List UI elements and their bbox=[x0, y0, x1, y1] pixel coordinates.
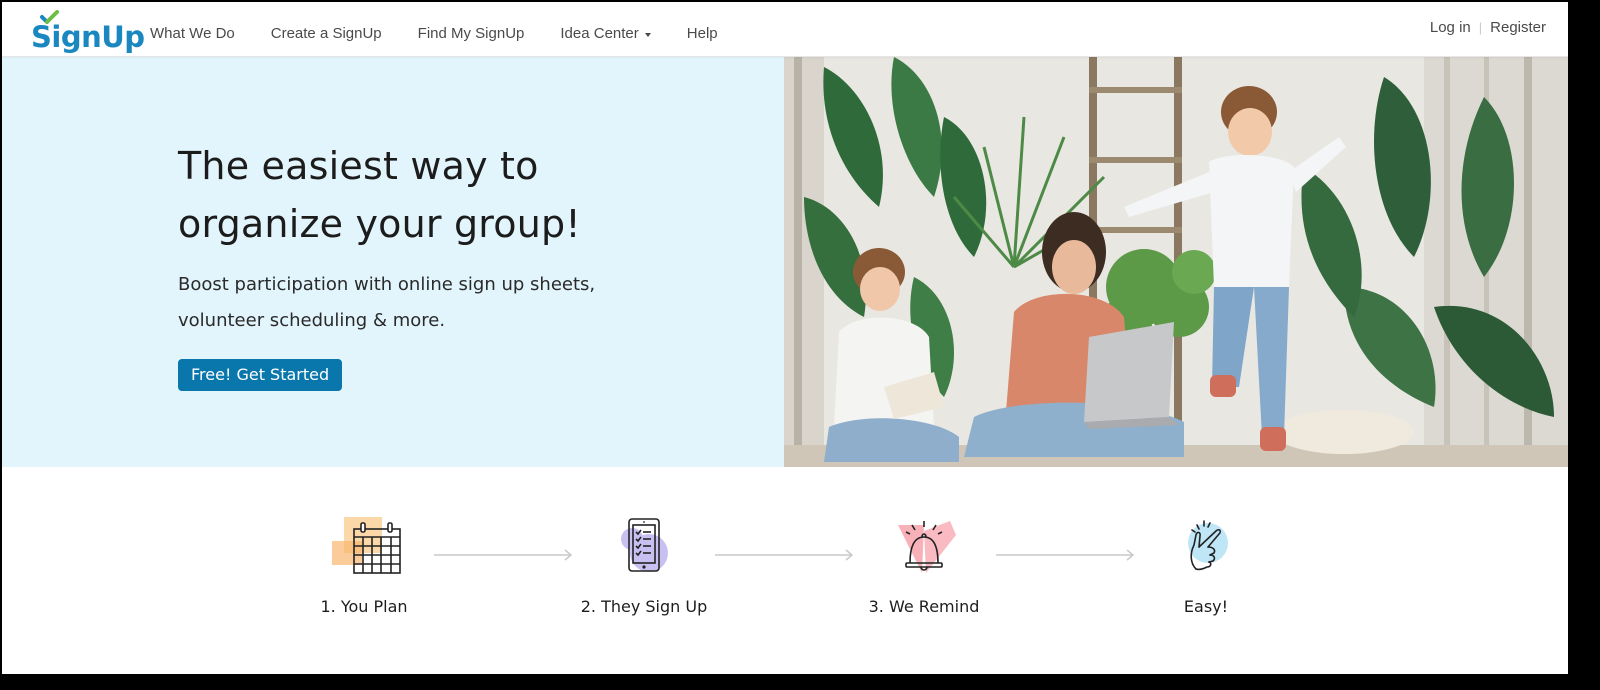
nav-find-my-signup[interactable]: Find My SignUp bbox=[418, 17, 525, 42]
hero-title: The easiest way to organize your group! bbox=[178, 137, 738, 253]
auth-links: Log in | Register bbox=[1430, 2, 1546, 57]
hero-photo-illustration bbox=[784, 57, 1568, 467]
step-label: 1. You Plan bbox=[320, 597, 408, 616]
hero-copy: The easiest way to organize your group! … bbox=[178, 137, 738, 391]
hero-subtitle: Boost participation with online sign up … bbox=[178, 267, 738, 339]
nav-label: Help bbox=[686, 25, 718, 42]
hero-subtitle-line1: Boost participation with online sign up … bbox=[178, 274, 596, 295]
nav-label: Create a SignUp bbox=[270, 25, 382, 42]
hero-photo bbox=[784, 57, 1568, 467]
arrow-right-icon bbox=[715, 549, 854, 561]
signup-logo[interactable]: SignUp bbox=[31, 10, 145, 54]
hero-section: The easiest way to organize your group! … bbox=[2, 57, 1568, 467]
step-label: Easy! bbox=[1183, 597, 1229, 616]
main-nav: What We Do Create a SignUp Find My SignU… bbox=[150, 2, 754, 57]
auth-separator: | bbox=[1478, 20, 1483, 35]
calendar-icon bbox=[332, 517, 401, 574]
snap-hand-icon bbox=[1188, 520, 1228, 571]
nav-label: What We Do bbox=[150, 25, 235, 42]
step-label: 2. They Sign Up bbox=[580, 597, 708, 616]
nav-create-signup[interactable]: Create a SignUp bbox=[271, 17, 382, 42]
arrow-right-icon bbox=[996, 549, 1135, 561]
login-link[interactable]: Log in bbox=[1430, 19, 1471, 36]
step-easy: Easy! bbox=[1126, 517, 1286, 616]
top-nav: SignUp What We Do Create a SignUp Find M… bbox=[2, 2, 1568, 57]
hero-subtitle-line2: volunteer scheduling & more. bbox=[178, 310, 446, 331]
logo-text: SignUp bbox=[31, 20, 145, 54]
nav-label: Find My SignUp bbox=[417, 25, 525, 42]
nav-idea-center[interactable]: Idea Center bbox=[560, 17, 651, 42]
arrow-right-icon bbox=[434, 549, 573, 561]
page: SignUp What We Do Create a SignUp Find M… bbox=[2, 2, 1568, 674]
step-label: 3. We Remind bbox=[868, 597, 980, 616]
hero-title-line2: organize your group! bbox=[178, 202, 581, 246]
bell-icon bbox=[898, 521, 956, 573]
get-started-button[interactable]: Free! Get Started bbox=[178, 359, 343, 391]
step-you-plan: 1. You Plan bbox=[284, 517, 444, 616]
step-they-sign-up: 2. They Sign Up bbox=[564, 517, 724, 616]
nav-what-we-do[interactable]: What We Do bbox=[150, 17, 235, 42]
hero-title-line1: The easiest way to bbox=[178, 144, 539, 188]
register-link[interactable]: Register bbox=[1490, 19, 1546, 36]
how-it-works: 1. You Plan 2. They Sign Up 3. We Remind… bbox=[2, 467, 1568, 674]
step-we-remind: 3. We Remind bbox=[844, 517, 1004, 616]
nav-label: Idea Center bbox=[560, 25, 639, 42]
caret-down-icon bbox=[644, 32, 651, 37]
phone-checklist-icon bbox=[621, 518, 668, 572]
nav-help[interactable]: Help bbox=[687, 17, 718, 42]
